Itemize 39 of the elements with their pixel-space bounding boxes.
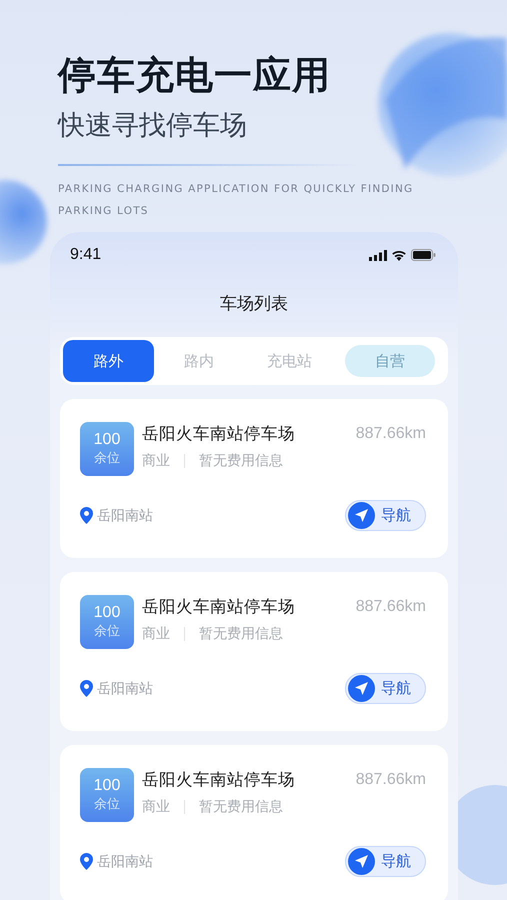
address: 岳阳南站 (97, 506, 153, 524)
address: 岳阳南站 (97, 852, 153, 870)
fee-info: 暂无费用信息 (199, 798, 283, 816)
location-pin-icon (80, 507, 93, 524)
distance: 887.66km (356, 597, 426, 617)
spaces-count: 100 (94, 430, 120, 450)
screen-title: 车场列表 (219, 293, 289, 315)
address: 岳阳南站 (97, 680, 153, 698)
wifi-icon (391, 249, 407, 261)
distance: 887.66km (356, 424, 426, 444)
location-pin-icon (80, 853, 93, 870)
distance: 887.66km (356, 770, 426, 790)
navigate-button[interactable]: 导航 (345, 673, 426, 704)
spaces-count: 100 (94, 603, 120, 623)
lot-type: 商业 (142, 625, 170, 643)
tab[interactable]: 路外 (63, 340, 154, 382)
battery-icon (411, 249, 436, 261)
location-pin-icon (80, 680, 93, 697)
subtitle: 快速寻找停车场 (58, 109, 248, 143)
lot-name: 岳阳火车南站停车场 (142, 769, 295, 791)
lot-type: 商业 (142, 452, 170, 470)
parking-lot-card[interactable]: 100 余位 岳阳火车南站停车场 887.66km 商业 暂无费用信息 岳阳南站 导航 (60, 572, 448, 731)
navigate-button[interactable]: 导航 (345, 500, 426, 531)
parking-lot-card[interactable]: 100 余位 岳阳火车南站停车场 887.66km 商业 暂无费用信息 岳阳南站 导航 (60, 745, 448, 900)
lot-name: 岳阳火车南站停车场 (142, 596, 295, 618)
lot-type: 商业 (142, 798, 170, 816)
spaces-count: 100 (94, 776, 120, 796)
tagline: PARKING CHARGING APPLICATION FOR QUICKLY FINDING PARKING LOTS (58, 182, 414, 219)
signal-icon (369, 250, 387, 260)
fee-info: 暂无费用信息 (199, 625, 283, 643)
parking-lot-card[interactable]: 100 余位 岳阳火车南站停车场 887.66km 商业 暂无费用信息 岳阳南站 导航 (60, 399, 448, 558)
status-time: 9:41 (70, 246, 102, 264)
navigate-button[interactable]: 导航 (345, 846, 426, 877)
headline: 停车充电一应用 (58, 52, 332, 99)
lot-name: 岳阳火车南站停车场 (142, 423, 295, 445)
spaces-label: 余位 (94, 796, 120, 814)
fee-info: 暂无费用信息 (199, 452, 283, 470)
spaces-label: 余位 (94, 450, 120, 468)
spaces-label: 余位 (94, 623, 120, 641)
